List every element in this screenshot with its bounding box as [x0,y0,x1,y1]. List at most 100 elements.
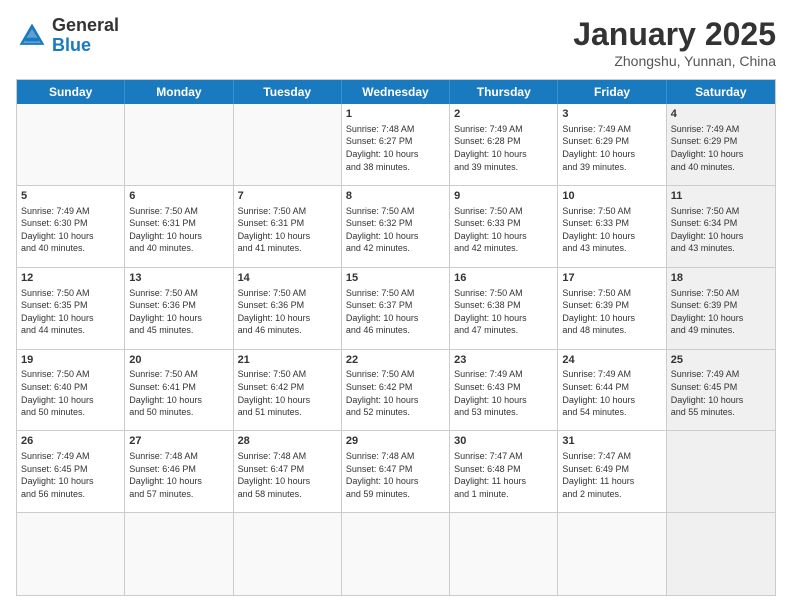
day-number: 4 [671,107,771,122]
day-number: 7 [238,189,337,204]
day-number: 10 [562,189,661,204]
day-info: Sunrise: 7:50 AM Sunset: 6:36 PM Dayligh… [238,287,337,337]
day-info: Sunrise: 7:50 AM Sunset: 6:42 PM Dayligh… [238,368,337,418]
logo-general: General [52,16,119,36]
day-info: Sunrise: 7:50 AM Sunset: 6:41 PM Dayligh… [129,368,228,418]
cal-cell: 20Sunrise: 7:50 AM Sunset: 6:41 PM Dayli… [125,350,233,431]
logo-blue: Blue [52,36,119,56]
day-number: 9 [454,189,553,204]
day-info: Sunrise: 7:50 AM Sunset: 6:38 PM Dayligh… [454,287,553,337]
day-number: 14 [238,271,337,286]
cal-cell [125,104,233,185]
day-info: Sunrise: 7:49 AM Sunset: 6:29 PM Dayligh… [562,123,661,173]
page: General Blue January 2025 Zhongshu, Yunn… [0,0,792,612]
cal-cell: 19Sunrise: 7:50 AM Sunset: 6:40 PM Dayli… [17,350,125,431]
cal-cell [17,513,125,595]
cal-cell: 23Sunrise: 7:49 AM Sunset: 6:43 PM Dayli… [450,350,558,431]
day-info: Sunrise: 7:48 AM Sunset: 6:46 PM Dayligh… [129,450,228,500]
day-number: 31 [562,434,661,449]
day-number: 29 [346,434,445,449]
cal-cell: 30Sunrise: 7:47 AM Sunset: 6:48 PM Dayli… [450,431,558,512]
header-day-friday: Friday [558,80,666,104]
cal-cell: 26Sunrise: 7:49 AM Sunset: 6:45 PM Dayli… [17,431,125,512]
location: Zhongshu, Yunnan, China [573,53,776,69]
day-number: 20 [129,353,228,368]
day-info: Sunrise: 7:50 AM Sunset: 6:39 PM Dayligh… [671,287,771,337]
logo-icon [16,20,48,52]
header-day-sunday: Sunday [17,80,125,104]
cal-cell [667,513,775,595]
day-info: Sunrise: 7:50 AM Sunset: 6:33 PM Dayligh… [454,205,553,255]
header: General Blue January 2025 Zhongshu, Yunn… [16,16,776,69]
header-day-monday: Monday [125,80,233,104]
day-number: 13 [129,271,228,286]
day-number: 8 [346,189,445,204]
cal-cell: 21Sunrise: 7:50 AM Sunset: 6:42 PM Dayli… [234,350,342,431]
day-number: 22 [346,353,445,368]
day-info: Sunrise: 7:49 AM Sunset: 6:28 PM Dayligh… [454,123,553,173]
day-number: 5 [21,189,120,204]
cal-cell [342,513,450,595]
day-info: Sunrise: 7:50 AM Sunset: 6:35 PM Dayligh… [21,287,120,337]
day-info: Sunrise: 7:50 AM Sunset: 6:39 PM Dayligh… [562,287,661,337]
day-info: Sunrise: 7:49 AM Sunset: 6:29 PM Dayligh… [671,123,771,173]
cal-cell: 9Sunrise: 7:50 AM Sunset: 6:33 PM Daylig… [450,186,558,267]
cal-cell: 12Sunrise: 7:50 AM Sunset: 6:35 PM Dayli… [17,268,125,349]
cal-cell: 16Sunrise: 7:50 AM Sunset: 6:38 PM Dayli… [450,268,558,349]
cal-cell: 8Sunrise: 7:50 AM Sunset: 6:32 PM Daylig… [342,186,450,267]
week-row-4: 26Sunrise: 7:49 AM Sunset: 6:45 PM Dayli… [17,431,775,513]
day-number: 12 [21,271,120,286]
cal-cell: 10Sunrise: 7:50 AM Sunset: 6:33 PM Dayli… [558,186,666,267]
day-info: Sunrise: 7:49 AM Sunset: 6:44 PM Dayligh… [562,368,661,418]
month-title: January 2025 [573,16,776,53]
calendar-header: SundayMondayTuesdayWednesdayThursdayFrid… [17,80,775,104]
logo-text: General Blue [52,16,119,56]
day-info: Sunrise: 7:50 AM Sunset: 6:40 PM Dayligh… [21,368,120,418]
cal-cell: 14Sunrise: 7:50 AM Sunset: 6:36 PM Dayli… [234,268,342,349]
day-info: Sunrise: 7:50 AM Sunset: 6:31 PM Dayligh… [238,205,337,255]
day-number: 6 [129,189,228,204]
week-row-5 [17,513,775,595]
week-row-0: 1Sunrise: 7:48 AM Sunset: 6:27 PM Daylig… [17,104,775,186]
day-number: 24 [562,353,661,368]
day-info: Sunrise: 7:50 AM Sunset: 6:31 PM Dayligh… [129,205,228,255]
day-number: 1 [346,107,445,122]
cal-cell: 5Sunrise: 7:49 AM Sunset: 6:30 PM Daylig… [17,186,125,267]
day-number: 17 [562,271,661,286]
header-day-saturday: Saturday [667,80,775,104]
header-day-thursday: Thursday [450,80,558,104]
cal-cell: 13Sunrise: 7:50 AM Sunset: 6:36 PM Dayli… [125,268,233,349]
cal-cell: 15Sunrise: 7:50 AM Sunset: 6:37 PM Dayli… [342,268,450,349]
day-number: 26 [21,434,120,449]
cal-cell: 29Sunrise: 7:48 AM Sunset: 6:47 PM Dayli… [342,431,450,512]
cal-cell: 24Sunrise: 7:49 AM Sunset: 6:44 PM Dayli… [558,350,666,431]
day-info: Sunrise: 7:48 AM Sunset: 6:47 PM Dayligh… [346,450,445,500]
cal-cell [17,104,125,185]
cal-cell: 22Sunrise: 7:50 AM Sunset: 6:42 PM Dayli… [342,350,450,431]
day-info: Sunrise: 7:50 AM Sunset: 6:33 PM Dayligh… [562,205,661,255]
cal-cell: 28Sunrise: 7:48 AM Sunset: 6:47 PM Dayli… [234,431,342,512]
cal-cell: 3Sunrise: 7:49 AM Sunset: 6:29 PM Daylig… [558,104,666,185]
cal-cell [234,513,342,595]
day-info: Sunrise: 7:49 AM Sunset: 6:45 PM Dayligh… [671,368,771,418]
day-number: 21 [238,353,337,368]
cal-cell: 11Sunrise: 7:50 AM Sunset: 6:34 PM Dayli… [667,186,775,267]
header-day-wednesday: Wednesday [342,80,450,104]
day-info: Sunrise: 7:49 AM Sunset: 6:30 PM Dayligh… [21,205,120,255]
cal-cell [558,513,666,595]
day-info: Sunrise: 7:50 AM Sunset: 6:42 PM Dayligh… [346,368,445,418]
cal-cell: 17Sunrise: 7:50 AM Sunset: 6:39 PM Dayli… [558,268,666,349]
day-info: Sunrise: 7:50 AM Sunset: 6:37 PM Dayligh… [346,287,445,337]
week-row-1: 5Sunrise: 7:49 AM Sunset: 6:30 PM Daylig… [17,186,775,268]
week-row-2: 12Sunrise: 7:50 AM Sunset: 6:35 PM Dayli… [17,268,775,350]
cal-cell: 4Sunrise: 7:49 AM Sunset: 6:29 PM Daylig… [667,104,775,185]
day-info: Sunrise: 7:49 AM Sunset: 6:43 PM Dayligh… [454,368,553,418]
day-number: 27 [129,434,228,449]
day-number: 30 [454,434,553,449]
day-info: Sunrise: 7:50 AM Sunset: 6:36 PM Dayligh… [129,287,228,337]
week-row-3: 19Sunrise: 7:50 AM Sunset: 6:40 PM Dayli… [17,350,775,432]
day-info: Sunrise: 7:48 AM Sunset: 6:47 PM Dayligh… [238,450,337,500]
day-number: 2 [454,107,553,122]
day-info: Sunrise: 7:47 AM Sunset: 6:49 PM Dayligh… [562,450,661,500]
title-block: January 2025 Zhongshu, Yunnan, China [573,16,776,69]
